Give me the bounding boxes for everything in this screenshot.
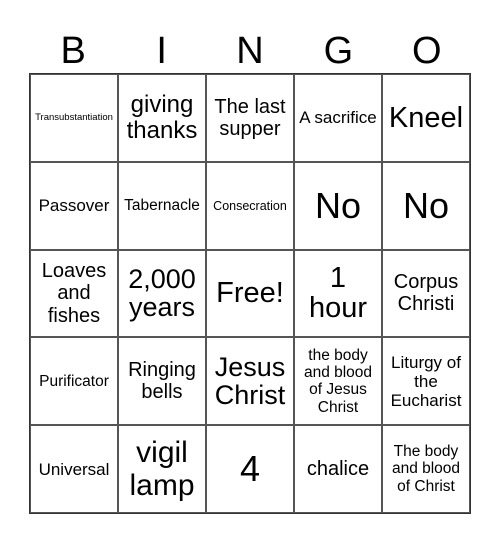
bingo-cell[interactable]: chalice: [294, 425, 382, 513]
bingo-cell[interactable]: No: [382, 161, 470, 250]
bingo-cell[interactable]: Tabernacle: [118, 161, 206, 250]
bingo-cell[interactable]: Ringing bells: [118, 337, 206, 426]
bingo-cell[interactable]: Corpus Christi: [382, 249, 470, 338]
free-space-cell[interactable]: Free!: [206, 249, 294, 338]
header-letter-o: O: [412, 30, 442, 72]
header-letter-g: G: [323, 30, 354, 72]
header-letter-i: I: [156, 30, 167, 72]
bingo-cell[interactable]: The last supper: [206, 74, 294, 162]
bingo-cell[interactable]: The body and blood of Christ: [382, 425, 470, 513]
bingo-cell[interactable]: the body and blood of Jesus Christ: [294, 337, 382, 426]
bingo-header: B I N G O: [29, 28, 471, 74]
bingo-cell[interactable]: A sacrifice: [294, 74, 382, 162]
bingo-cell[interactable]: No: [294, 161, 382, 250]
bingo-cell[interactable]: Liturgy of the Eucharist: [382, 337, 470, 426]
bingo-cell[interactable]: Transubstantiation: [30, 74, 118, 162]
bingo-cell[interactable]: Loaves and fishes: [30, 249, 118, 338]
bingo-cell[interactable]: Jesus Christ: [206, 337, 294, 426]
bingo-card: Transubstantiation giving thanks The las…: [29, 73, 471, 514]
bingo-cell[interactable]: 4: [206, 425, 294, 513]
bingo-cell[interactable]: Passover: [30, 161, 118, 250]
bingo-cell[interactable]: Consecration: [206, 161, 294, 250]
bingo-cell[interactable]: 2,000 years: [118, 249, 206, 338]
bingo-cell[interactable]: Purificator: [30, 337, 118, 426]
header-letter-n: N: [236, 30, 264, 72]
bingo-cell[interactable]: 1 hour: [294, 249, 382, 338]
bingo-cell[interactable]: Kneel: [382, 74, 470, 162]
bingo-cell[interactable]: giving thanks: [118, 74, 206, 162]
header-letter-b: B: [60, 30, 86, 72]
bingo-cell[interactable]: Universal: [30, 425, 118, 513]
bingo-cell[interactable]: vigil lamp: [118, 425, 206, 513]
